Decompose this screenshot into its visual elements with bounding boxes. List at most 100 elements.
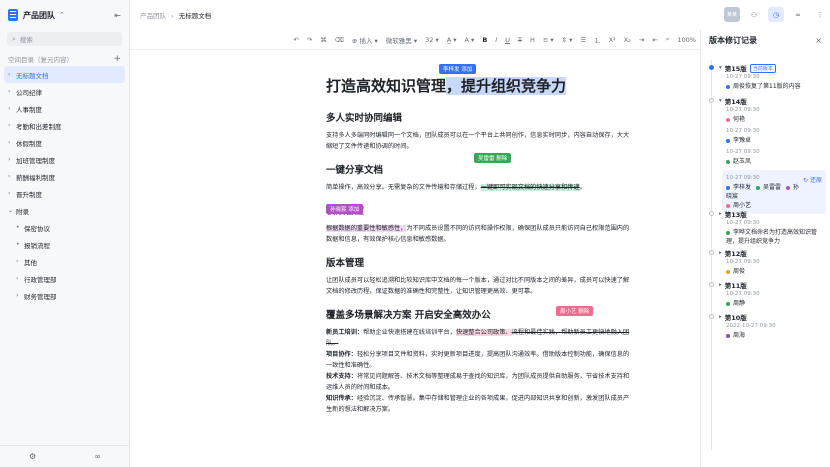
subscript-icon[interactable]: X₂ [624, 36, 631, 44]
title-highlight: ，提升组织竞争力 [446, 77, 567, 95]
chevron-right-icon[interactable]: › [8, 122, 16, 129]
zoom-level[interactable]: 100% [677, 36, 696, 44]
clear-format-icon[interactable]: ⌫ [335, 36, 344, 44]
chevron-down-icon[interactable]: ▾ [719, 65, 722, 71]
find-icon[interactable]: ⌕ [666, 35, 670, 44]
add-icon[interactable]: + [113, 54, 121, 64]
chevron-right-icon[interactable]: › [8, 156, 16, 163]
sidebar-item[interactable]: › 晋升制度 [0, 185, 129, 202]
sidebar-item[interactable]: › 薪酬福利制度 [0, 168, 129, 185]
undo-icon[interactable]: ↶ [293, 36, 298, 44]
document[interactable]: 李梓发 添加 打造高效知识管理，提升组织竞争力 多人实时协同编辑 支持多人多端同… [326, 64, 631, 415]
redo-icon[interactable]: ↷ [307, 36, 312, 44]
bullet-list-icon[interactable]: ☰ [580, 36, 586, 44]
underline-icon[interactable]: U [505, 36, 510, 44]
chevron-right-icon[interactable]: › [16, 258, 24, 265]
indent-icon[interactable]: ⇥ [639, 36, 644, 44]
sidebar-item-label: 行政管理部 [24, 275, 57, 284]
scenario-text-deleted: 快速整合公司政策、 [455, 329, 512, 336]
chevron-right-icon[interactable]: › [8, 88, 16, 95]
chevron-down-icon[interactable]: ⌃ [59, 11, 65, 19]
team-header[interactable]: 产品团队 ⌃ ⇤ [0, 0, 129, 30]
settings-icon[interactable]: ⚙ [29, 452, 36, 461]
chevron-right-icon[interactable]: › [8, 105, 16, 112]
sub-revision[interactable]: 10-27 09:30 李豫卓 [726, 128, 827, 145]
sidebar-item[interactable]: › 加班管理制度 [0, 151, 129, 168]
version-item[interactable]: ▸ 第12版 10-27 09:30 周俊 [709, 248, 827, 276]
line-spacing-icon[interactable]: ⇕ ▾ [562, 36, 573, 44]
sidebar-item[interactable]: › 行政管理部 [0, 270, 129, 287]
sidebar-item[interactable]: ⌄ 附录 [0, 202, 129, 219]
version-user: 周静 [726, 299, 827, 308]
chevron-right-icon[interactable]: › [16, 275, 24, 282]
share-text-deleted: 一键即可实现文档的快速分享和传递 [480, 184, 580, 191]
insert-button[interactable]: ⊕ 插入 ▾ [352, 35, 378, 45]
italic-icon[interactable]: I [495, 36, 497, 44]
superscript-icon[interactable]: X² [609, 36, 616, 44]
chevron-down-icon[interactable]: ▾ [719, 98, 722, 104]
sidebar-item[interactable]: › 考勤和出差制度 [0, 117, 129, 134]
edit-tag-add-purple: 孙晓宸 添加 [326, 204, 364, 214]
font-select[interactable]: 微软雅黑 ▾ [386, 35, 417, 45]
restore-label: 还原 [809, 177, 822, 184]
scenario-text: 帮助企业快速搭建在线培训平台， [363, 329, 456, 336]
version-item[interactable]: ▸ 第11版 10-27 09:30 周静 [709, 280, 827, 308]
collapse-sidebar-icon[interactable]: ⇤ [114, 11, 121, 20]
format-painter-icon[interactable]: ⌘ [320, 36, 327, 44]
sub-revision[interactable]: 10-27 09:30 赵玉凤 [726, 149, 827, 166]
text-color-icon[interactable]: A ▾ [465, 36, 475, 44]
more-icon[interactable]: ⋮ [812, 7, 828, 22]
sidebar-item[interactable]: › 财务管理部 [0, 287, 129, 304]
heading-icon[interactable]: H [530, 36, 535, 44]
version-item[interactable]: ▾ 第15版 当前版本 10-27 09:30 周俊恢复了第11版的内容 [709, 63, 827, 91]
link-icon[interactable]: ∞ [94, 452, 101, 461]
sub-date-text: 10-27 09:30 [726, 175, 760, 181]
version-date: 2022-10-27 09:30 [726, 323, 776, 329]
chevron-right-icon[interactable]: ▸ [719, 211, 722, 217]
chevron-right-icon[interactable]: › [8, 173, 16, 180]
chevron-right-icon[interactable]: ▸ [719, 250, 722, 256]
share-user-icon[interactable]: ⚇ [746, 7, 762, 22]
avatar[interactable]: 某某 [724, 7, 740, 22]
chevron-right-icon[interactable]: ▸ [719, 314, 722, 320]
numbered-list-icon[interactable]: ⒈ [594, 35, 601, 45]
page-title[interactable]: 打造高效知识管理，提升组织竞争力 [326, 76, 631, 96]
sidebar-item[interactable]: › 其他 [0, 253, 129, 270]
scenario-label: 技术支持： [326, 373, 357, 380]
sidebar-item[interactable]: › 休假制度 [0, 134, 129, 151]
editor-canvas[interactable]: 李梓发 添加 打造高效知识管理，提升组织竞争力 多人实时协同编辑 支持多人多端同… [130, 50, 700, 467]
sidebar-item-label: 无标题文档 [16, 71, 49, 80]
sidebar-item[interactable]: › 人事制度 [0, 100, 129, 117]
chevron-right-icon[interactable]: › [16, 292, 24, 299]
bullet-icon[interactable]: • [16, 224, 24, 231]
chevron-right-icon[interactable]: › [8, 139, 16, 146]
close-icon[interactable]: × [815, 36, 822, 45]
doc-tree: › 无标题文档 › 公司纪律 › 人事制度 › 考勤和出差制度 › 休假制度 › 加班管理制度 › 薪酬福… [0, 66, 129, 304]
bullet-icon[interactable]: • [16, 241, 24, 248]
sidebar-item[interactable]: • 保密协议 [0, 219, 129, 236]
sub-revision-selected[interactable]: 10-27 09:30 ↻ 还原 李梓发 吴雷雷 孙晓宸 周小艺 [722, 170, 826, 214]
chevron-right-icon[interactable]: › [8, 71, 16, 78]
version-item[interactable]: ▸ 第10版 2022-10-27 09:30 周海 [709, 312, 827, 340]
bold-icon[interactable]: B [482, 36, 487, 44]
restore-button[interactable]: ↻ 还原 [803, 175, 822, 184]
breadcrumb-parent[interactable]: 产品团队 [140, 12, 166, 20]
sidebar-item-label: 晋升制度 [16, 190, 42, 199]
version-item[interactable]: ▾ 第14版 10-27 09:30 何艳 10-27 09:30 李豫卓 10-… [709, 96, 827, 214]
link-copy-icon[interactable]: ∞ [790, 7, 806, 22]
strikethrough-icon[interactable]: T [518, 36, 522, 44]
search-input[interactable]: ⌕ 搜索 [7, 32, 122, 46]
chevron-down-icon[interactable]: ⌄ [8, 207, 16, 214]
chevron-right-icon[interactable]: › [8, 190, 16, 197]
highlight-color-icon[interactable]: A̲ ▾ [447, 36, 457, 44]
history-icon[interactable]: ◷ [768, 7, 784, 22]
version-item[interactable]: ▸ 第13版 10-27 09:30 李晔文档命名为打造高效知识管理，提升组织竞争… [709, 209, 827, 246]
sidebar-item[interactable]: • 报销流程 [0, 236, 129, 253]
sidebar-item[interactable]: › 无标题文档 [4, 66, 125, 83]
scenario-text: 轻松分享项目文件和资料，实时更新项目进度，提高团队沟通效率。借助版本控制功能，确… [326, 351, 630, 369]
align-icon[interactable]: ≡ ▾ [543, 36, 554, 44]
size-select[interactable]: 32 ▾ [425, 36, 439, 44]
chevron-right-icon[interactable]: ▸ [719, 282, 722, 288]
outdent-icon[interactable]: ⇤ [652, 36, 657, 44]
sidebar-item[interactable]: › 公司纪律 [0, 83, 129, 100]
